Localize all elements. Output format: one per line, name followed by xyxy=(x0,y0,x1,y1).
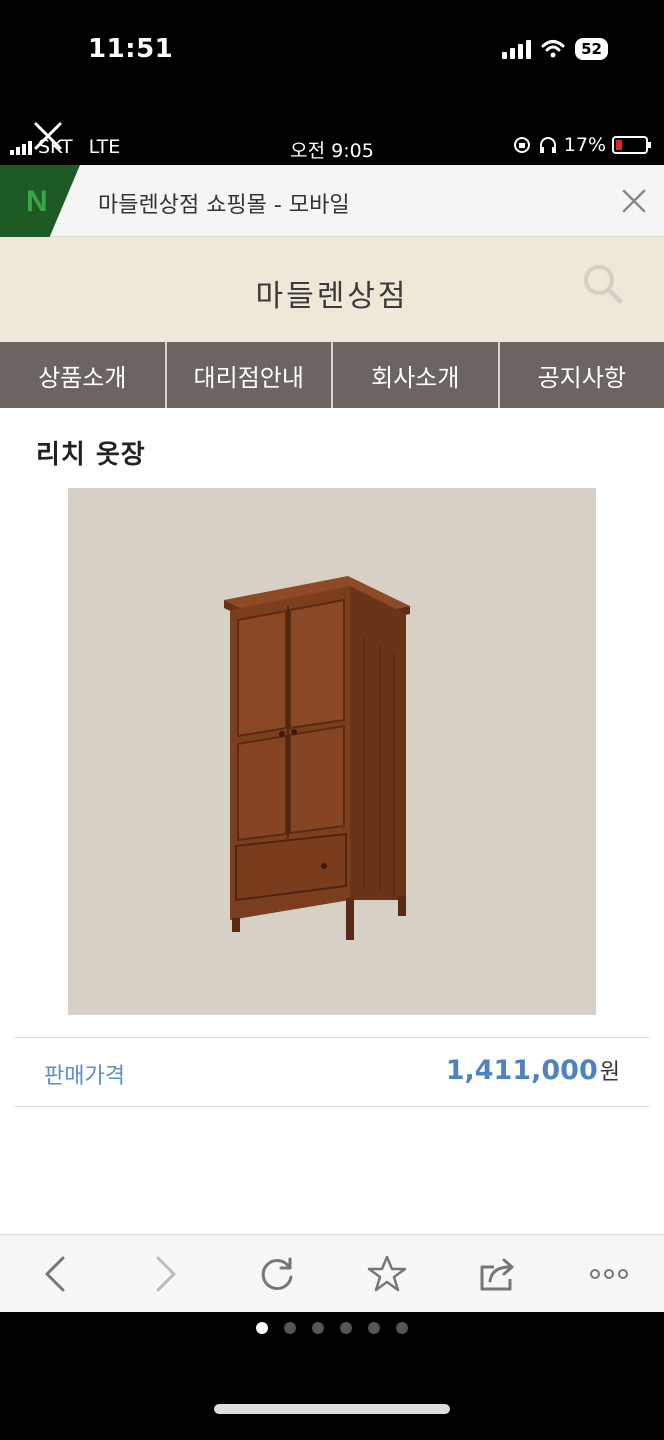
inner-status-right: 17% xyxy=(512,134,652,156)
page-dot xyxy=(396,1322,408,1334)
price-label: 판매가격 xyxy=(44,1064,125,1089)
inner-status-bar: SKT LTE 오전 9:05 17% xyxy=(0,118,664,164)
page-dot xyxy=(256,1322,268,1334)
share-button[interactable] xyxy=(474,1250,522,1298)
browser-toolbar xyxy=(0,1234,664,1312)
price-value: 1,411,000원 xyxy=(446,1054,620,1086)
share-icon xyxy=(480,1258,514,1290)
headphones-icon xyxy=(539,137,556,153)
overlay-close-icon[interactable] xyxy=(30,118,66,154)
product-detail: 리치 옷장 판매가격 1,411,000원 xyxy=(0,408,664,1234)
rotation-lock-icon xyxy=(513,137,530,153)
naver-n-icon: N xyxy=(26,185,48,218)
cellular-signal-icon xyxy=(502,39,532,59)
forward-button[interactable] xyxy=(142,1250,190,1298)
wardrobe-illustration xyxy=(224,576,410,940)
search-icon[interactable] xyxy=(580,261,626,307)
close-icon[interactable] xyxy=(620,187,648,215)
device-battery-badge: 52 xyxy=(575,38,608,60)
page-indicator[interactable] xyxy=(0,1322,664,1334)
bookmark-button[interactable] xyxy=(363,1250,411,1298)
more-icon xyxy=(589,1268,628,1279)
divider xyxy=(14,1106,650,1107)
nav-item-products[interactable]: 상품소개 xyxy=(0,342,167,408)
product-title: 리치 옷장 xyxy=(36,440,146,470)
site-logo[interactable]: 마들렌상점 xyxy=(0,271,664,315)
star-icon xyxy=(368,1255,407,1291)
page-dot xyxy=(284,1322,296,1334)
nav-item-dealers[interactable]: 대리점안내 xyxy=(167,342,333,408)
refresh-icon xyxy=(261,1257,293,1290)
nav-item-company[interactable]: 회사소개 xyxy=(333,342,500,408)
site-header: 마들렌상점 xyxy=(0,237,664,342)
webview-title: 마들렌상점 쇼핑몰 - 모바일 xyxy=(98,193,350,218)
main-nav: 상품소개 대리점안내 회사소개 공지사항 xyxy=(0,342,664,408)
battery-low-icon xyxy=(612,136,651,154)
bottom-area xyxy=(0,1312,664,1440)
device-status-bar: 11:51 52 xyxy=(0,0,664,110)
chevron-left-icon xyxy=(45,1256,65,1291)
product-image[interactable] xyxy=(68,488,596,1015)
page-dot xyxy=(368,1322,380,1334)
price-unit: 원 xyxy=(599,1060,620,1085)
home-indicator[interactable] xyxy=(214,1404,450,1414)
webview-title-bar: N 마들렌상점 쇼핑몰 - 모바일 xyxy=(0,165,664,237)
reload-button[interactable] xyxy=(253,1250,301,1298)
divider xyxy=(14,1037,650,1038)
back-button[interactable] xyxy=(31,1250,79,1298)
more-button[interactable] xyxy=(585,1250,633,1298)
price-amount: 1,411,000 xyxy=(445,1055,598,1086)
inner-battery-percent: 17% xyxy=(563,134,606,156)
nav-item-notices[interactable]: 공지사항 xyxy=(500,342,664,408)
device-status-icons: 52 xyxy=(502,38,608,60)
page-dot xyxy=(312,1322,324,1334)
device-clock: 11:51 xyxy=(88,34,174,64)
page-dot xyxy=(340,1322,352,1334)
wifi-icon xyxy=(541,40,565,58)
chevron-right-icon xyxy=(156,1256,176,1291)
